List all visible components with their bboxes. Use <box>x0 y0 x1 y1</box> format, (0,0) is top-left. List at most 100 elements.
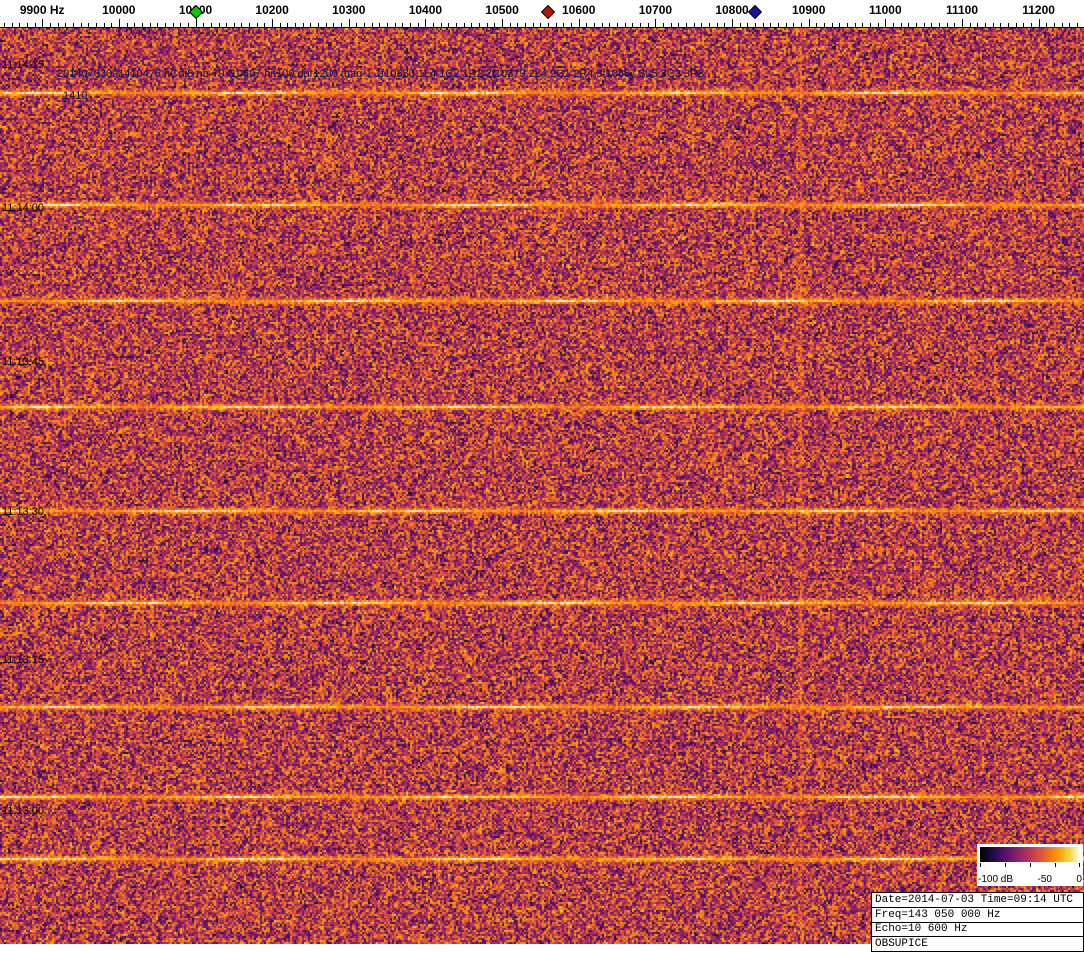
spectrogram-area: 11:14:15 11:14:00 11:13:45 11:13:30 11:13:15… <box>0 28 1084 944</box>
ruler-tick-minor <box>816 23 817 27</box>
ruler-tick-minor <box>993 23 994 27</box>
ruler-tick-minor <box>862 23 863 27</box>
ruler-tick-minor <box>1023 23 1024 27</box>
ruler-tick-minor <box>847 23 848 27</box>
ruler-tick-minor <box>487 23 488 27</box>
ruler-tick-minor <box>341 23 342 27</box>
ruler-tick-major <box>885 19 886 27</box>
ruler-tick-minor <box>709 23 710 27</box>
frequency-ruler: 9900 Hz100001010010200103001040010500106… <box>0 0 1084 28</box>
ruler-tick-minor <box>678 23 679 27</box>
colorbar-label-mid: -50 <box>1038 874 1052 885</box>
ruler-tick-minor <box>50 23 51 27</box>
ruler-tick-minor <box>724 23 725 27</box>
ruler-tick-minor <box>609 23 610 27</box>
ruler-tick-minor <box>563 23 564 27</box>
ruler-tick-major <box>42 19 43 27</box>
ruler-tick-minor <box>686 23 687 27</box>
ruler-tick-minor <box>640 23 641 27</box>
ruler-tick-minor <box>556 23 557 27</box>
ruler-label-10700: 10700 <box>639 3 672 17</box>
ruler-tick-minor <box>594 23 595 27</box>
freq-marker-red[interactable] <box>541 5 555 19</box>
ruler-tick-minor <box>870 23 871 27</box>
ruler-tick-minor <box>257 23 258 27</box>
ruler-tick-minor <box>878 23 879 27</box>
ruler-tick-major <box>502 19 503 27</box>
ruler-tick-minor <box>58 23 59 27</box>
ruler-tick-minor <box>1000 23 1001 27</box>
ruler-tick-minor <box>88 23 89 27</box>
ruler-tick-minor <box>602 23 603 27</box>
ruler-tick-minor <box>1054 23 1055 27</box>
info-station-name: OBSUPICE <box>872 936 1083 951</box>
ruler-tick-minor <box>694 23 695 27</box>
colorbar-label-max: 0 <box>1076 874 1082 885</box>
ruler-tick-minor <box>12 23 13 27</box>
ruler-label-11100: 11100 <box>946 3 978 17</box>
ruler-tick-minor <box>295 23 296 27</box>
ruler-tick-minor <box>402 23 403 27</box>
ruler-tick-minor <box>379 23 380 27</box>
freq-marker-blue[interactable] <box>748 5 762 19</box>
ruler-tick-minor <box>985 23 986 27</box>
ruler-tick-major <box>579 19 580 27</box>
colorbar-tick <box>1079 863 1080 867</box>
ruler-tick-minor <box>617 23 618 27</box>
ruler-tick-minor <box>448 23 449 27</box>
time-label-11-13-00: 11:13:00 <box>2 805 44 817</box>
colorbar-tick <box>1030 863 1031 867</box>
ruler-tick-major <box>119 19 120 27</box>
colorbar-ticks <box>980 863 1080 867</box>
ruler-tick-minor <box>249 23 250 27</box>
ruler-tick-minor <box>855 23 856 27</box>
ruler-tick-minor <box>318 23 319 27</box>
ruler-tick-minor <box>287 23 288 27</box>
ruler-tick-minor <box>180 23 181 27</box>
ruler-tick-minor <box>127 23 128 27</box>
ruler-tick-minor <box>839 23 840 27</box>
ruler-tick-minor <box>1031 23 1032 27</box>
ruler-tick-minor <box>770 23 771 27</box>
ruler-tick-major <box>962 19 963 27</box>
ruler-tick-minor <box>494 23 495 27</box>
ruler-tick-minor <box>632 23 633 27</box>
ruler-tick-minor <box>433 23 434 27</box>
ruler-tick-minor <box>4 23 5 27</box>
ruler-tick-minor <box>625 23 626 27</box>
ruler-tick-minor <box>241 23 242 27</box>
ruler-tick-minor <box>648 23 649 27</box>
ruler-tick-minor <box>824 23 825 27</box>
ruler-tick-minor <box>893 23 894 27</box>
ruler-tick-minor <box>418 23 419 27</box>
ruler-tick-minor <box>35 23 36 27</box>
ruler-tick-minor <box>410 23 411 27</box>
ruler-tick-minor <box>793 23 794 27</box>
ruler-tick-major <box>425 19 426 27</box>
ruler-label-11000: 11000 <box>869 3 902 17</box>
ruler-tick-minor <box>1016 23 1017 27</box>
colorbar: -100 dB -50 0 <box>977 844 1083 886</box>
ruler-tick-minor <box>356 23 357 27</box>
ruler-tick-minor <box>479 23 480 27</box>
ruler-tick-minor <box>81 23 82 27</box>
ruler-tick-minor <box>916 23 917 27</box>
ruler-tick-minor <box>142 23 143 27</box>
ruler-tick-minor <box>832 23 833 27</box>
ruler-tick-minor <box>901 23 902 27</box>
ruler-tick-minor <box>73 23 74 27</box>
ruler-tick-minor <box>747 23 748 27</box>
ruler-tick-minor <box>464 23 465 27</box>
ruler-label-10500: 10500 <box>485 3 518 17</box>
ruler-tick-minor <box>234 23 235 27</box>
colorbar-tick <box>1055 863 1056 867</box>
time-label-11-14-00: 11:14:00 <box>2 202 44 214</box>
colorbar-label-min: -100 dB <box>978 874 1013 885</box>
ruler-tick-minor <box>150 23 151 27</box>
ruler-tick-minor <box>65 23 66 27</box>
ruler-tick-minor <box>908 23 909 27</box>
ruler-tick-minor <box>219 23 220 27</box>
ruler-tick-minor <box>663 23 664 27</box>
ruler-label-10900: 10900 <box>792 3 825 17</box>
ruler-tick-minor <box>701 23 702 27</box>
